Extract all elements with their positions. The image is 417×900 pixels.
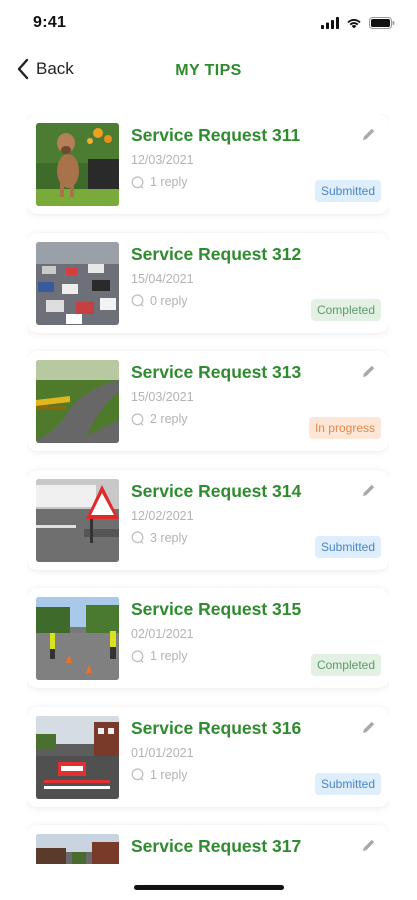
- status-badge: Submitted: [314, 535, 381, 558]
- edit-pencil-icon[interactable]: [361, 482, 377, 498]
- battery-icon: [369, 17, 395, 29]
- request-card[interactable]: Service Request 315 02/01/2021 1 reply C…: [27, 588, 389, 688]
- reply-count-label: 1 reply: [150, 767, 188, 782]
- request-title: Service Request 317: [131, 836, 302, 856]
- status-icons: [321, 17, 395, 29]
- page-title: MY TIPS: [175, 62, 242, 79]
- request-date: 02/01/2021: [131, 627, 194, 641]
- comment-bubble-icon: [131, 294, 144, 307]
- comment-bubble-icon: [131, 768, 144, 781]
- request-date: 01/01/2021: [131, 745, 194, 760]
- request-thumbnail-curved-road: [36, 360, 119, 443]
- reply-count-label: 1 reply: [150, 175, 188, 189]
- wifi-icon: [347, 19, 361, 29]
- reply-count: 3 reply: [131, 531, 188, 545]
- status-badge: In progress: [308, 417, 381, 439]
- reply-count: 1 reply: [131, 649, 188, 663]
- reply-count-label: 3 reply: [150, 530, 188, 545]
- request-thumbnail-dog: [36, 123, 119, 206]
- request-thumbnail-traffic-jam: [36, 241, 119, 325]
- request-date: 12/03/2021: [131, 153, 194, 167]
- request-date: 15/04/2021: [131, 271, 194, 286]
- request-title: Service Request 312: [131, 243, 302, 264]
- status-badge: Completed: [310, 298, 381, 321]
- edit-pencil-icon[interactable]: [361, 363, 377, 379]
- request-card[interactable]: Service Request 313 15/03/2021 2 reply I…: [27, 351, 389, 451]
- comment-bubble-icon: [131, 649, 144, 663]
- comment-bubble-icon: [131, 175, 144, 189]
- comment-bubble-icon: [131, 412, 144, 426]
- request-thumbnail-road-sign: [36, 478, 119, 562]
- edit-pencil-icon[interactable]: [361, 837, 377, 853]
- request-card[interactable]: Service Request 312 15/04/2021 0 reply C…: [27, 232, 389, 333]
- reply-count-label: 0 reply: [150, 293, 188, 308]
- request-thumbnail-road-workers: [36, 597, 119, 680]
- home-indicator[interactable]: [134, 885, 284, 890]
- reply-count: 1 reply: [131, 768, 188, 782]
- requests-list[interactable]: Service Request 311 12/03/2021 1 reply S…: [27, 114, 389, 864]
- request-card[interactable]: Service Request 314 12/02/2021 3 reply S…: [27, 469, 389, 570]
- status-badge: Submitted: [314, 180, 381, 202]
- reply-count: 2 reply: [131, 412, 188, 426]
- signal-icon: [321, 17, 339, 29]
- reply-count: 0 reply: [131, 294, 188, 308]
- request-card[interactable]: Service Request 317: [27, 825, 389, 864]
- edit-pencil-icon[interactable]: [361, 719, 377, 735]
- request-title: Service Request 313: [131, 362, 302, 382]
- request-title: Service Request 315: [131, 599, 302, 619]
- comment-bubble-icon: [131, 531, 144, 544]
- nav-header: Back MY TIPS: [0, 52, 417, 92]
- request-date: 15/03/2021: [131, 390, 194, 404]
- status-badge: Submitted: [314, 772, 381, 795]
- reply-count: 1 reply: [131, 175, 188, 189]
- request-thumbnail-road-closed: [36, 715, 119, 799]
- status-badge: Completed: [310, 654, 381, 676]
- request-title: Service Request 311: [131, 125, 301, 145]
- request-card[interactable]: Service Request 316 01/01/2021 1 reply S…: [27, 706, 389, 807]
- request-thumbnail-houses-street: [36, 834, 119, 864]
- edit-pencil-icon[interactable]: [361, 126, 377, 142]
- reply-count-label: 2 reply: [150, 412, 188, 426]
- request-title: Service Request 316: [131, 717, 302, 738]
- status-time: 9:41: [33, 14, 67, 31]
- request-date: 12/02/2021: [131, 508, 194, 523]
- request-title: Service Request 314: [131, 480, 302, 501]
- request-card[interactable]: Service Request 311 12/03/2021 1 reply S…: [27, 114, 389, 214]
- status-bar: 9:41: [0, 0, 417, 48]
- reply-count-label: 1 reply: [150, 649, 188, 663]
